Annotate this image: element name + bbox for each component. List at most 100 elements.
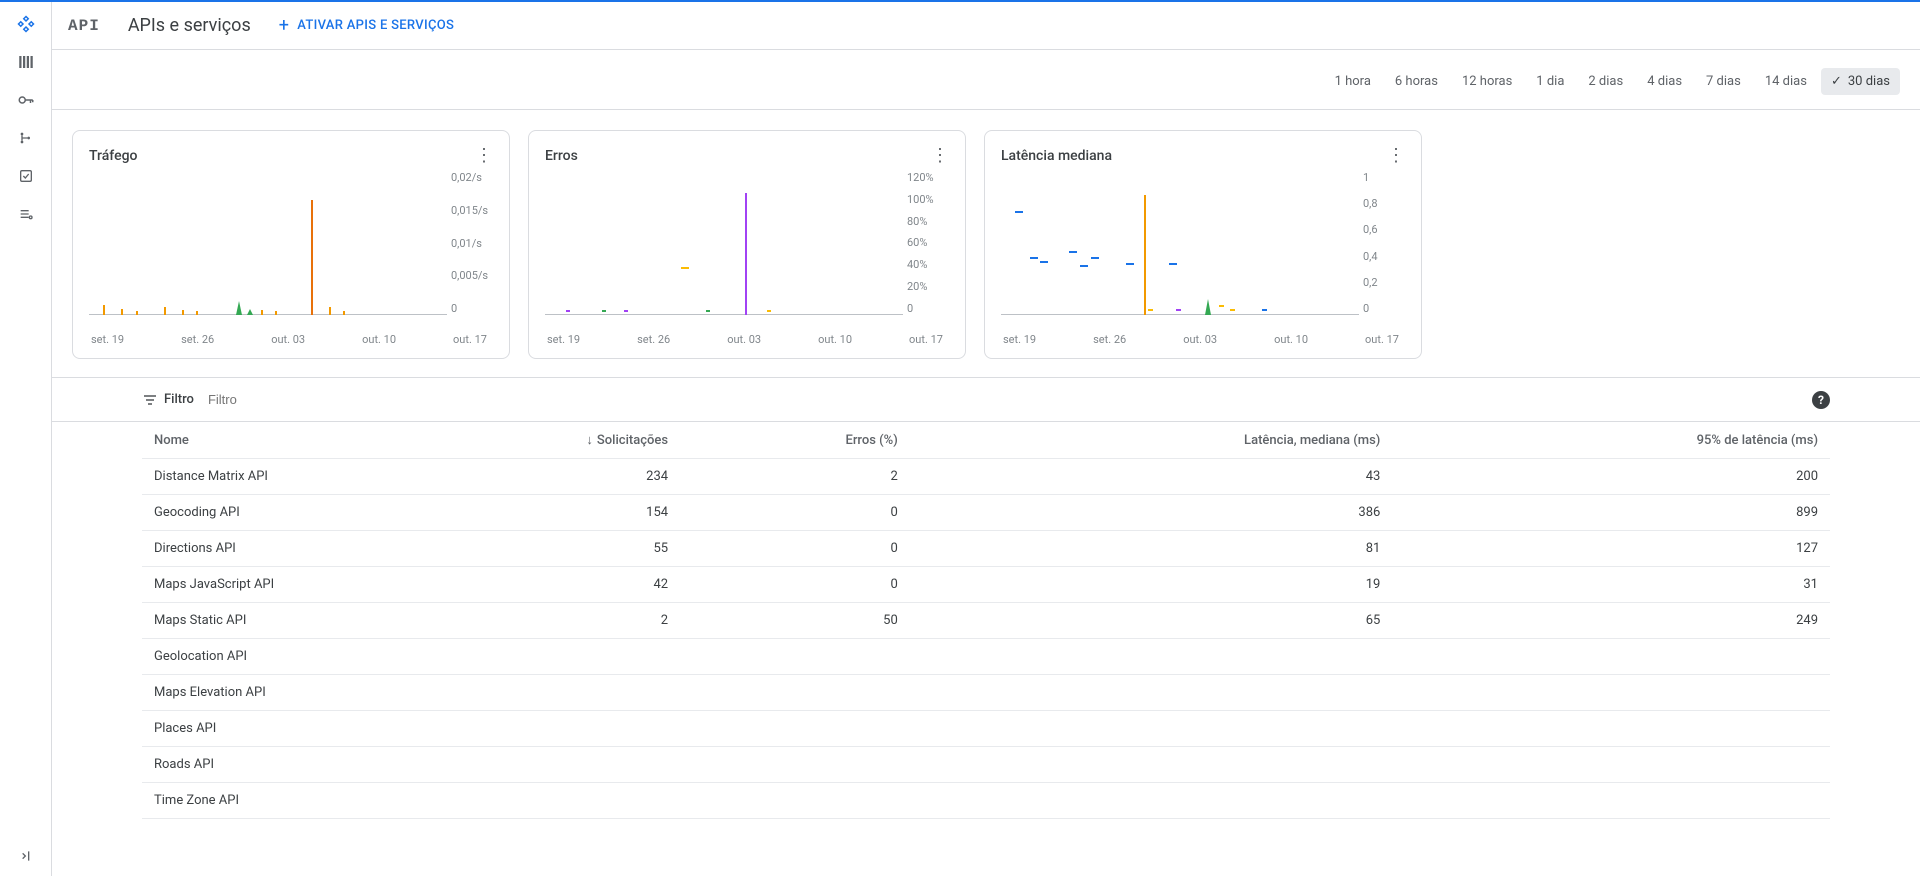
more-icon[interactable]: ⋮ [931,147,949,165]
cell-latency-median [910,675,1393,711]
latency-chart[interactable] [1001,169,1359,329]
table-row[interactable]: Directions API55081127 [142,531,1830,567]
plus-icon: + [279,15,290,36]
col-requests[interactable]: ↓Solicitações [362,422,680,459]
traffic-card: Tráfego ⋮ [72,130,510,359]
cell-requests: 154 [362,495,680,531]
time-range-1-hora[interactable]: 1 hora [1325,68,1381,95]
table-row[interactable]: Distance Matrix API234243200 [142,459,1830,495]
cell-latency-95 [1392,675,1830,711]
cell-latency-median: 386 [910,495,1393,531]
settings-icon[interactable] [16,204,36,224]
time-range-30-dias[interactable]: ✓30 dias [1821,68,1900,95]
help-icon[interactable]: ? [1812,391,1830,409]
cell-requests [362,675,680,711]
cell-errors [680,747,910,783]
time-range-7-dias[interactable]: 7 dias [1696,68,1751,95]
cell-latency-95 [1392,783,1830,819]
cell-requests: 2 [362,603,680,639]
cell-latency-95: 127 [1392,531,1830,567]
traffic-card-title: Tráfego [89,148,137,164]
col-latency-median[interactable]: Latência, mediana (ms) [910,422,1393,459]
col-name[interactable]: Nome [142,422,362,459]
dashboard-icon[interactable] [16,14,36,34]
sort-desc-icon: ↓ [586,433,593,448]
filter-bar: Filtro ? [52,377,1920,422]
cell-requests [362,747,680,783]
cell-requests [362,711,680,747]
apis-table: Nome ↓Solicitações Erros (%) Latência, m… [142,422,1830,819]
time-range-12-horas[interactable]: 12 horas [1452,68,1522,95]
page-header: API APIs e serviços + ATIVAR APIS E SERV… [52,2,1920,50]
cell-requests [362,783,680,819]
key-icon[interactable] [16,90,36,110]
cell-latency-95 [1392,711,1830,747]
cell-errors [680,711,910,747]
cell-errors: 50 [680,603,910,639]
page-title: APIs e serviços [128,15,251,36]
cell-latency-95: 249 [1392,603,1830,639]
latency-card: Latência mediana ⋮ [984,130,1422,359]
table-row[interactable]: Geolocation API [142,639,1830,675]
more-icon[interactable]: ⋮ [1387,147,1405,165]
table-row[interactable]: Roads API [142,747,1830,783]
cell-errors [680,675,910,711]
table-row[interactable]: Maps JavaScript API4201931 [142,567,1830,603]
cell-name: Distance Matrix API [142,459,362,495]
cell-name: Maps Elevation API [142,675,362,711]
time-range-1-dia[interactable]: 1 dia [1526,68,1574,95]
enable-apis-button[interactable]: + ATIVAR APIS E SERVIÇOS [279,15,454,36]
cell-latency-95: 200 [1392,459,1830,495]
table-row[interactable]: Maps Elevation API [142,675,1830,711]
cell-name: Maps Static API [142,603,362,639]
cell-errors: 2 [680,459,910,495]
credentials-icon[interactable] [16,128,36,148]
cell-name: Places API [142,711,362,747]
cell-latency-95: 899 [1392,495,1830,531]
cell-errors [680,783,910,819]
cell-latency-95: 31 [1392,567,1830,603]
cell-latency-median [910,783,1393,819]
cell-latency-median: 65 [910,603,1393,639]
cell-requests: 42 [362,567,680,603]
time-range-4-dias[interactable]: 4 dias [1637,68,1692,95]
col-errors[interactable]: Erros (%) [680,422,910,459]
cell-name: Geocoding API [142,495,362,531]
side-navigation [0,2,52,876]
cell-latency-median [910,711,1393,747]
time-range-2-dias[interactable]: 2 dias [1578,68,1633,95]
cell-errors: 0 [680,567,910,603]
expand-sidebar-button[interactable] [0,848,51,868]
cell-latency-median [910,639,1393,675]
product-logo: API [68,17,100,35]
filter-input[interactable] [204,388,1802,411]
cell-requests [362,639,680,675]
cell-name: Directions API [142,531,362,567]
cell-name: Roads API [142,747,362,783]
cell-errors: 0 [680,495,910,531]
more-icon[interactable]: ⋮ [475,147,493,165]
filter-label: Filtro [164,392,194,407]
cell-latency-median: 43 [910,459,1393,495]
col-latency-95[interactable]: 95% de latência (ms) [1392,422,1830,459]
cell-errors [680,639,910,675]
traffic-chart[interactable] [89,169,447,329]
time-range-14-dias[interactable]: 14 dias [1755,68,1817,95]
library-icon[interactable] [16,52,36,72]
time-range-selector: 1 hora6 horas12 horas1 dia2 dias4 dias7 … [52,50,1920,110]
cell-requests: 55 [362,531,680,567]
cell-latency-95 [1392,747,1830,783]
consent-screen-icon[interactable] [16,166,36,186]
cell-requests: 234 [362,459,680,495]
cell-name: Maps JavaScript API [142,567,362,603]
table-row[interactable]: Maps Static API25065249 [142,603,1830,639]
cell-name: Time Zone API [142,783,362,819]
table-row[interactable]: Time Zone API [142,783,1830,819]
cell-name: Geolocation API [142,639,362,675]
table-row[interactable]: Geocoding API1540386899 [142,495,1830,531]
errors-chart[interactable] [545,169,903,329]
time-range-6-horas[interactable]: 6 horas [1385,68,1448,95]
cell-latency-median: 19 [910,567,1393,603]
cell-latency-median: 81 [910,531,1393,567]
table-row[interactable]: Places API [142,711,1830,747]
